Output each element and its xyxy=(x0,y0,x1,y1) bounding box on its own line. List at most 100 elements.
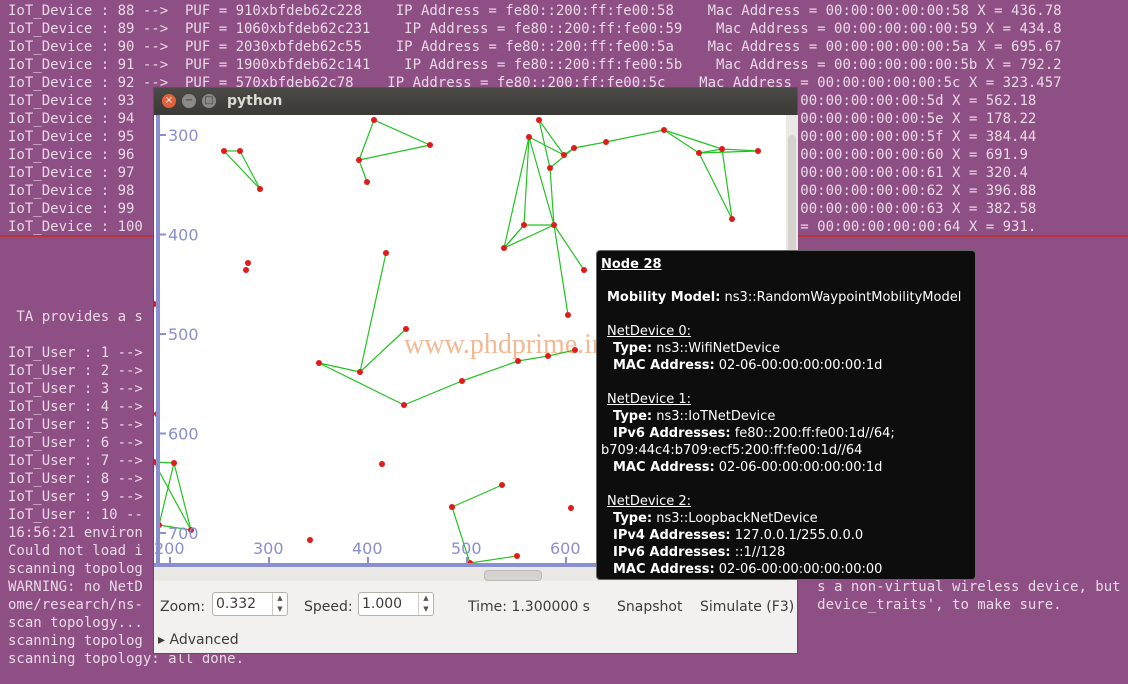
network-node xyxy=(221,148,227,154)
netdevice-2-header: NetDevice 2: xyxy=(607,494,692,509)
horizontal-scroll-thumb[interactable] xyxy=(484,570,542,581)
network-node xyxy=(356,157,362,163)
network-node xyxy=(237,148,243,154)
network-node xyxy=(307,537,313,543)
speed-spinner[interactable]: ▲▼ xyxy=(358,592,434,616)
dev1-type-value: ns3::IoTNetDevice xyxy=(656,409,776,424)
dev1-ipv6-value: fe80::200:ff:fe00:1d//64; xyxy=(734,426,895,441)
simulate-button[interactable]: Simulate (F3) xyxy=(700,599,794,615)
link-edge xyxy=(173,462,192,531)
network-node xyxy=(499,482,505,488)
dev1-mac-row: MAC Address: 02-06-00:00:00:00:00:1d xyxy=(613,460,882,476)
maximize-icon[interactable]: □ xyxy=(202,94,216,108)
zoom-stepper-icon[interactable]: ▲ ▼ xyxy=(272,593,287,615)
terminal-line: IoT_User : 10 -- xyxy=(8,507,143,523)
terminal-line: IoT_User : 6 --> xyxy=(8,435,143,451)
advanced-label: Advanced xyxy=(169,632,239,648)
network-node xyxy=(696,150,702,156)
dev2-type-value: ns3::LoopbackNetDevice xyxy=(656,511,818,526)
link-edge xyxy=(528,136,555,226)
y-tick-label: 300 xyxy=(168,126,199,145)
network-node xyxy=(581,267,587,273)
network-node xyxy=(545,353,551,359)
network-node xyxy=(729,216,735,222)
terminal-line: IoT_Device : 91 --> PUF = 1900xbfdeb62c1… xyxy=(8,57,1062,73)
terminal-line: IoT_Device : 89 --> PUF = 1060xbfdeb62c2… xyxy=(8,21,1062,37)
network-node xyxy=(371,117,377,123)
dev1-ipv6-row: IPv6 Addresses: fe80::200:ff:fe00:1d//64… xyxy=(613,426,895,442)
expander-arrow-icon: ▸ xyxy=(158,632,166,648)
terminal-line: IoT_User : 3 --> xyxy=(8,381,143,397)
network-node xyxy=(561,152,567,158)
netdevice-1-header: NetDevice 1: xyxy=(607,392,692,407)
network-node xyxy=(383,250,389,256)
dev0-mac-label: MAC Address: xyxy=(613,358,715,373)
network-node xyxy=(551,222,557,228)
advanced-expander[interactable]: ▸ Advanced xyxy=(158,632,239,648)
window-title: python xyxy=(227,93,283,109)
zoom-spinner[interactable]: ▲▼ xyxy=(212,592,288,616)
network-node xyxy=(521,222,527,228)
terminal-line: scanning topolog xyxy=(8,561,143,577)
terminal-line: scan topology... xyxy=(8,615,143,631)
network-node xyxy=(547,165,553,171)
link-edge xyxy=(451,484,503,508)
network-node xyxy=(755,148,761,154)
network-node xyxy=(515,358,521,364)
terminal-line: IoT_User : 1 --> xyxy=(8,345,143,361)
link-edge xyxy=(359,252,387,373)
terminal-line: IoT_User : 5 --> xyxy=(8,417,143,433)
link-edge xyxy=(605,129,665,143)
x-tick-label: 200 xyxy=(154,539,185,558)
terminal-line: Could not load i xyxy=(8,543,143,559)
dev0-type-label: Type: xyxy=(613,341,653,356)
zoom-input[interactable] xyxy=(216,595,274,613)
network-node xyxy=(514,553,520,559)
close-icon[interactable]: × xyxy=(162,94,176,108)
terminal-line: IoT_Device : 90 --> PUF = 2030xbfdeb62c5… xyxy=(8,39,1062,55)
y-tick-label: 500 xyxy=(168,325,199,344)
time-readout: Time: 1.300000 s xyxy=(468,599,590,615)
dev2-mac-label: MAC Address: xyxy=(613,562,715,577)
link-edge xyxy=(358,144,431,161)
network-node xyxy=(403,326,409,332)
dev0-mac-value: 02-06-00:00:00:00:00:1d xyxy=(718,358,883,373)
dev1-type-row: Type: ns3::IoTNetDevice xyxy=(613,409,775,425)
dev2-ipv6-label: IPv6 Addresses: xyxy=(613,545,731,560)
terminal-line: scanning topolog xyxy=(8,633,143,649)
dev1-ipv6-continued: b709:44c4:b709:ecf5:200:ff:fe00:1d//64 xyxy=(601,443,863,458)
speed-label: Speed: xyxy=(304,599,353,615)
network-node xyxy=(245,260,251,266)
speed-stepper-icon[interactable]: ▲ ▼ xyxy=(418,593,433,615)
terminal-line: IoT_User : 4 --> xyxy=(8,399,143,415)
link-edge xyxy=(553,224,585,271)
network-node xyxy=(243,267,249,273)
terminal-line: IoT_User : 8 --> xyxy=(8,471,143,487)
minimize-icon[interactable]: − xyxy=(182,94,196,108)
dev0-type-row: Type: ns3::WifiNetDevice xyxy=(613,341,780,357)
snapshot-button[interactable]: Snapshot xyxy=(617,599,682,615)
speed-input[interactable] xyxy=(362,595,420,613)
network-node xyxy=(501,245,507,251)
network-node xyxy=(536,117,542,123)
terminal-line: IoT_Device : 88 --> PUF = 910xbfdeb62c22… xyxy=(8,3,1062,19)
x-tick-label: 600 xyxy=(550,539,581,558)
terminal-line: IoT_User : 7 --> xyxy=(8,453,143,469)
watermark: www.phdprime.in xyxy=(404,329,606,360)
network-node xyxy=(316,360,322,366)
node-info-tooltip: Node 28 Mobility Model: ns3::RandomWaypo… xyxy=(596,250,976,580)
network-node xyxy=(357,369,363,375)
dev2-mac-row: MAC Address: 02-06-00:00:00:00:00:00 xyxy=(613,562,882,578)
x-tick-label: 400 xyxy=(352,539,383,558)
dev2-type-label: Type: xyxy=(613,511,653,526)
terminal-line: IoT_User : 2 --> xyxy=(8,363,143,379)
link-edge xyxy=(223,150,261,190)
network-node xyxy=(379,461,385,467)
dev2-ipv6-row: IPv6 Addresses: ::1//128 xyxy=(613,545,785,561)
window-titlebar[interactable]: × − □ python xyxy=(154,88,797,115)
link-edge xyxy=(373,119,431,146)
network-node xyxy=(719,146,725,152)
link-edge xyxy=(359,328,407,373)
dev1-type-label: Type: xyxy=(613,409,653,424)
control-bar: Zoom: ▲▼ Speed: ▲▼ Time: 1.300000 s Snap… xyxy=(154,584,797,624)
